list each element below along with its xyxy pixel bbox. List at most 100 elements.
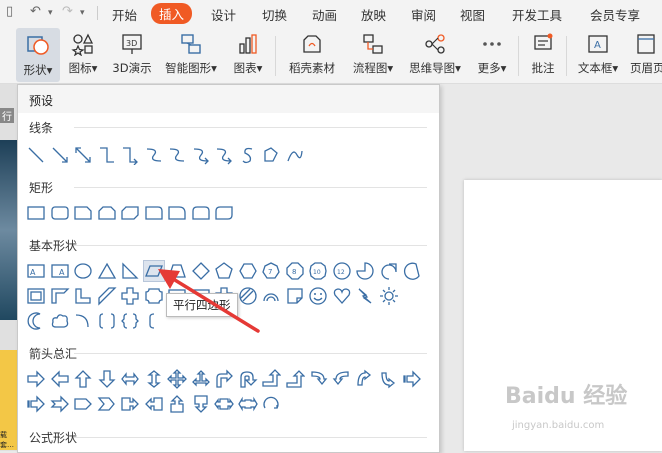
acallr-shape-icon[interactable] (120, 394, 140, 414)
aright-shape-icon[interactable] (26, 369, 46, 389)
lshape-shape-icon[interactable] (73, 286, 93, 306)
alup-shape-icon[interactable] (261, 369, 282, 389)
curve-shape-icon[interactable] (144, 145, 164, 165)
tab-developer[interactable]: 开发工具 (512, 5, 562, 24)
cross-shape-icon[interactable] (120, 286, 140, 306)
chart-button[interactable]: 图表▾ (228, 32, 268, 76)
acurvr-shape-icon[interactable] (308, 369, 328, 389)
acalll-shape-icon[interactable] (144, 394, 164, 414)
acallquad-shape-icon[interactable] (237, 394, 258, 414)
tear-shape-icon[interactable] (379, 261, 399, 281)
frame-shape-icon[interactable] (26, 286, 46, 306)
snipd-shape-icon[interactable] (120, 203, 140, 223)
textbox-shape-icon[interactable]: A (26, 261, 46, 281)
header-footer-button[interactable]: 页眉页 (630, 32, 662, 76)
rr3-shape-icon[interactable] (214, 203, 234, 223)
tab-animation[interactable]: 动画 (312, 5, 337, 24)
vtextbox-shape-icon[interactable]: A (50, 261, 70, 281)
moon-shape-icon[interactable] (26, 311, 46, 331)
snip2-shape-icon[interactable] (97, 203, 117, 223)
snip1-shape-icon[interactable] (73, 203, 93, 223)
sun-shape-icon[interactable] (379, 286, 399, 306)
flowchart-button[interactable]: 流程图▾ (348, 32, 398, 76)
alr-shape-icon[interactable] (120, 369, 140, 389)
tri-shape-icon[interactable] (97, 261, 117, 281)
oval-shape-icon[interactable] (73, 261, 93, 281)
rrect-shape-icon[interactable] (50, 203, 70, 223)
acalld-shape-icon[interactable] (191, 394, 211, 414)
arrowline-shape-icon[interactable] (50, 145, 70, 165)
line-shape-icon[interactable] (26, 145, 46, 165)
aleft-shape-icon[interactable] (50, 369, 70, 389)
heart-shape-icon[interactable] (332, 286, 352, 306)
menu-icon[interactable]: ▯ (6, 4, 13, 19)
abent-shape-icon[interactable] (214, 369, 234, 389)
dbraces-shape-icon[interactable] (120, 311, 140, 331)
fold-shape-icon[interactable] (285, 286, 305, 306)
comment-button[interactable]: 批注 (526, 32, 560, 76)
scribble-shape-icon[interactable] (285, 145, 305, 165)
adown-shape-icon[interactable] (97, 369, 117, 389)
docer-material-button[interactable]: 稻壳素材 (284, 32, 340, 76)
cloud-shape-icon[interactable] (50, 311, 70, 331)
dec-shape-icon[interactable]: 10 (308, 261, 328, 281)
tab-design[interactable]: 设计 (211, 5, 236, 24)
rr2-shape-icon[interactable] (191, 203, 211, 223)
more-button[interactable]: 更多▾ (472, 32, 512, 76)
chord-shape-icon[interactable] (402, 261, 422, 281)
anotched-shape-icon[interactable] (49, 394, 70, 414)
oct-shape-icon[interactable]: 8 (285, 261, 305, 281)
smart-graphic-button[interactable]: 智能图形▾ (162, 32, 220, 76)
mindmap-button[interactable]: 思维导图▾ (406, 32, 464, 76)
aquad-shape-icon[interactable] (167, 369, 187, 389)
undo-dropdown-icon[interactable]: ▾ (48, 8, 53, 18)
rtri-shape-icon[interactable] (120, 261, 140, 281)
acalllr-shape-icon[interactable] (214, 394, 234, 414)
arcline-shape-icon[interactable] (73, 311, 93, 331)
slide-canvas[interactable] (464, 180, 662, 451)
snipr-shape-icon[interactable] (144, 203, 164, 223)
curve-shape-icon[interactable] (167, 145, 187, 165)
acurvl-shape-icon[interactable] (332, 369, 352, 389)
acallu-shape-icon[interactable] (167, 394, 187, 414)
undo-icon[interactable]: ↶ (30, 4, 41, 19)
tab-insert[interactable]: 插入 (151, 3, 193, 24)
acurvu-shape-icon[interactable] (355, 369, 375, 389)
smiley-shape-icon[interactable] (308, 286, 328, 306)
freeform-shape-icon[interactable] (261, 145, 281, 165)
tab-member[interactable]: 会员专享 (590, 5, 640, 24)
abentup-shape-icon[interactable] (285, 369, 306, 389)
halfframe-shape-icon[interactable] (50, 286, 70, 306)
apent-shape-icon[interactable] (73, 394, 93, 414)
redo-icon[interactable]: ↷ (62, 4, 73, 19)
tab-home[interactable]: 开始 (112, 5, 137, 24)
quick-access-dropdown-icon[interactable]: ▾ (80, 8, 85, 18)
rr1-shape-icon[interactable] (167, 203, 187, 223)
dodec-shape-icon[interactable]: 12 (332, 261, 352, 281)
icon-button[interactable]: 图标▾ (65, 32, 101, 76)
dbrackets-shape-icon[interactable] (97, 311, 117, 331)
3d-demo-button[interactable]: 3D 3D演示 (110, 32, 154, 76)
tab-slideshow[interactable]: 放映 (361, 5, 386, 24)
tab-review[interactable]: 审阅 (411, 5, 436, 24)
s-shape-icon[interactable] (238, 145, 258, 165)
curvearr-shape-icon[interactable] (214, 145, 234, 165)
aup-shape-icon[interactable] (73, 369, 93, 389)
rect-shape-icon[interactable] (26, 203, 46, 223)
elbowarr-shape-icon[interactable] (120, 145, 140, 166)
dblarrow-shape-icon[interactable] (73, 145, 93, 165)
alru-shape-icon[interactable] (191, 369, 211, 389)
achev-shape-icon[interactable] (97, 394, 117, 414)
tab-transition[interactable]: 切换 (262, 5, 287, 24)
astriped-shape-icon[interactable] (402, 369, 422, 389)
auturn-shape-icon[interactable] (238, 369, 258, 389)
bolt-shape-icon[interactable] (355, 286, 375, 306)
tab-view[interactable]: 视图 (460, 5, 485, 24)
elbow-shape-icon[interactable] (97, 145, 117, 165)
acurvd-shape-icon[interactable] (379, 369, 399, 389)
diagstripe-shape-icon[interactable] (97, 286, 117, 306)
curvearr-shape-icon[interactable] (191, 145, 211, 165)
acirc-shape-icon[interactable] (261, 394, 281, 414)
pie-shape-icon[interactable] (355, 261, 375, 281)
textbox-button[interactable]: A 文本框▾ (574, 32, 622, 76)
